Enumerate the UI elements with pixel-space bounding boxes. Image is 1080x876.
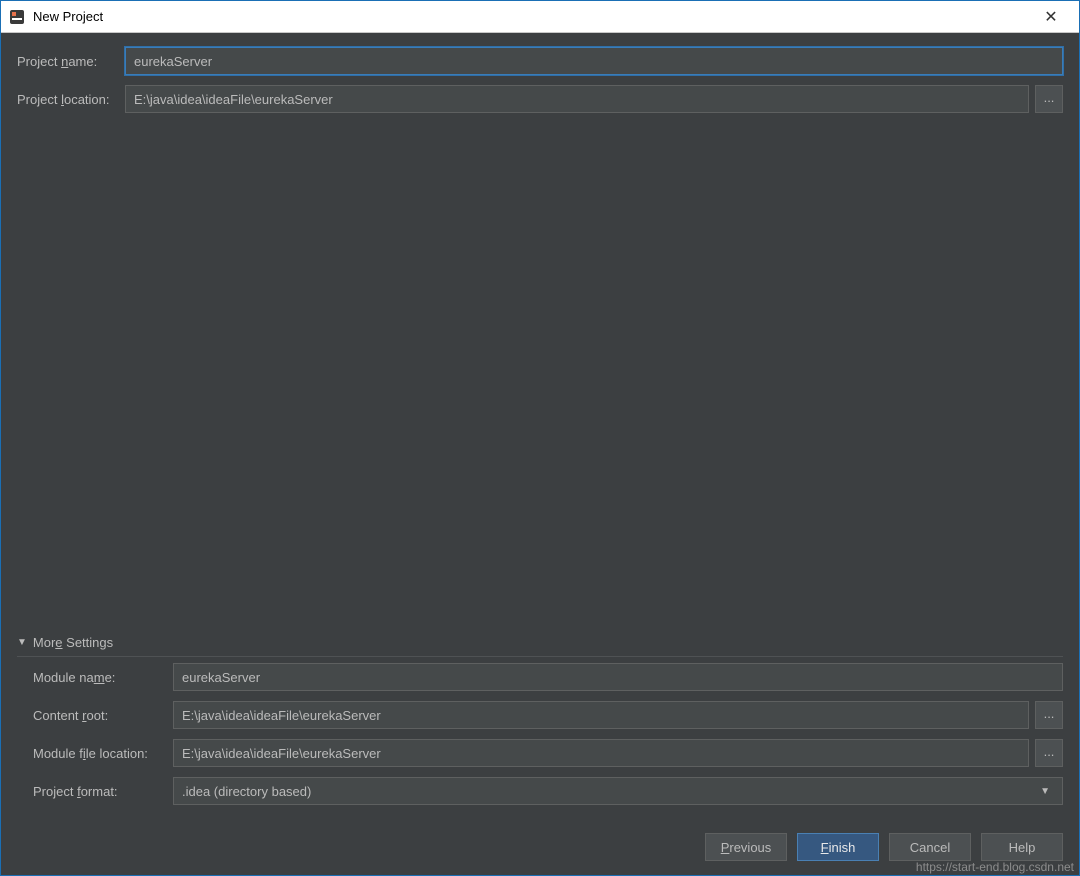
module-name-label: Module name: [33, 670, 173, 685]
content-root-label: Content root: [33, 708, 173, 723]
module-file-location-label: Module file location: [33, 746, 173, 761]
top-form: Project name: Project location: ... [1, 33, 1079, 131]
more-settings-panel: Module name: Content root: ... Module fi… [1, 657, 1079, 821]
more-settings-label: More Settings [33, 635, 113, 650]
project-format-row: Project format: .idea (directory based) … [33, 777, 1063, 805]
project-location-row: Project location: ... [17, 85, 1063, 113]
browse-module-file-button[interactable]: ... [1035, 739, 1063, 767]
project-format-label: Project format: [33, 784, 173, 799]
module-file-location-input[interactable] [173, 739, 1029, 767]
previous-button[interactable]: Previous [705, 833, 787, 861]
close-icon[interactable]: ✕ [1031, 7, 1071, 27]
project-format-value: .idea (directory based) [182, 784, 311, 799]
watermark: https://start-end.blog.csdn.net [916, 860, 1074, 874]
spacer [1, 131, 1079, 629]
window-title: New Project [33, 9, 1031, 24]
chevron-down-icon: ▼ [1040, 786, 1054, 797]
titlebar: New Project ✕ [1, 1, 1079, 33]
help-button[interactable]: Help [981, 833, 1063, 861]
dialog-content: Project name: Project location: ... ▼ Mo… [1, 33, 1079, 875]
project-name-label: Project name: [17, 54, 125, 69]
content-root-input[interactable] [173, 701, 1029, 729]
app-icon [9, 9, 25, 25]
chevron-down-icon: ▼ [17, 637, 27, 648]
module-name-input[interactable] [173, 663, 1063, 691]
project-location-label: Project location: [17, 92, 125, 107]
project-name-row: Project name: [17, 47, 1063, 75]
more-settings-toggle[interactable]: ▼ More Settings [1, 629, 1079, 656]
module-file-location-row: Module file location: ... [33, 739, 1063, 767]
cancel-button[interactable]: Cancel [889, 833, 971, 861]
content-root-row: Content root: ... [33, 701, 1063, 729]
browse-content-root-button[interactable]: ... [1035, 701, 1063, 729]
project-name-input[interactable] [125, 47, 1063, 75]
project-location-input[interactable] [125, 85, 1029, 113]
finish-button[interactable]: Finish [797, 833, 879, 861]
module-name-row: Module name: [33, 663, 1063, 691]
browse-location-button[interactable]: ... [1035, 85, 1063, 113]
project-format-select[interactable]: .idea (directory based) ▼ [173, 777, 1063, 805]
